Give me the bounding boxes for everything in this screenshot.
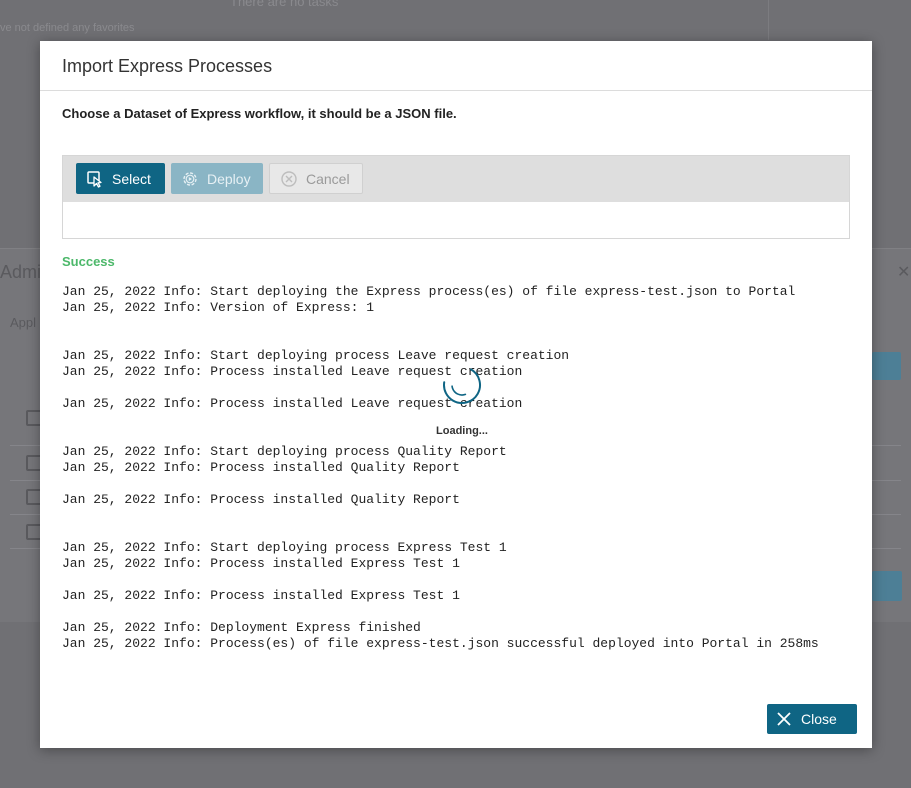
loading-indicator: Loading... xyxy=(412,364,512,437)
select-button-label: Select xyxy=(112,170,151,187)
gear-icon xyxy=(183,171,197,186)
dialog-header: Import Express Processes xyxy=(40,41,872,91)
deploy-button[interactable]: Deploy xyxy=(171,163,263,194)
close-button-label: Close xyxy=(801,711,837,727)
log-line: Jan 25, 2022 Info: Version of Express: 1 xyxy=(62,300,375,315)
bg-close-button xyxy=(872,571,902,601)
close-icon xyxy=(777,712,791,726)
log-line: Jan 25, 2022 Info: Process(es) of file e… xyxy=(62,636,819,651)
bg-divider xyxy=(768,0,769,40)
bg-close-icon: ✕ xyxy=(897,264,911,281)
import-dialog: Import Express Processes Choose a Datase… xyxy=(40,41,872,748)
close-button[interactable]: Close xyxy=(767,704,857,734)
deploy-button-label: Deploy xyxy=(207,170,251,187)
select-file-icon xyxy=(87,170,102,188)
log-line: Jan 25, 2022 Info: Deployment Express fi… xyxy=(62,620,421,635)
log-line: Jan 25, 2022 Info: Process installed Qua… xyxy=(62,460,460,475)
log-line: Jan 25, 2022 Info: Process installed Exp… xyxy=(62,556,460,571)
bg-action-button xyxy=(872,352,901,380)
cancel-circle-icon xyxy=(281,170,297,187)
log-line: Jan 25, 2022 Info: Start deploying proce… xyxy=(62,348,570,363)
log-line: Jan 25, 2022 Info: Start deploying proce… xyxy=(62,444,507,459)
file-upload: Select Deploy Cancel xyxy=(62,155,850,239)
bg-favorites-text: ve not defined any favorites xyxy=(0,22,135,34)
log-line: Jan 25, 2022 Info: Process installed Qua… xyxy=(62,492,460,507)
select-button[interactable]: Select xyxy=(76,163,165,194)
log-line: Jan 25, 2022 Info: Start deploying proce… xyxy=(62,540,507,555)
deployment-log: Jan 25, 2022 Info: Start deploying the E… xyxy=(62,284,819,652)
spinner-icon xyxy=(443,366,481,404)
bg-admin-tab: Appl xyxy=(10,315,37,330)
upload-toolbar: Select Deploy Cancel xyxy=(63,156,849,202)
bg-tasks-text: There are no tasks xyxy=(230,0,339,9)
bg-admin-title: Admi xyxy=(0,262,42,282)
dialog-title: Import Express Processes xyxy=(62,56,273,76)
cancel-button-label: Cancel xyxy=(306,170,350,187)
instruction-text: Choose a Dataset of Express workflow, it… xyxy=(62,106,457,121)
log-line: Jan 25, 2022 Info: Process installed Exp… xyxy=(62,588,460,603)
status-message: Success xyxy=(62,254,115,269)
log-line: Jan 25, 2022 Info: Start deploying the E… xyxy=(62,284,796,299)
cancel-button[interactable]: Cancel xyxy=(269,163,363,194)
loading-label: Loading... xyxy=(436,425,488,437)
